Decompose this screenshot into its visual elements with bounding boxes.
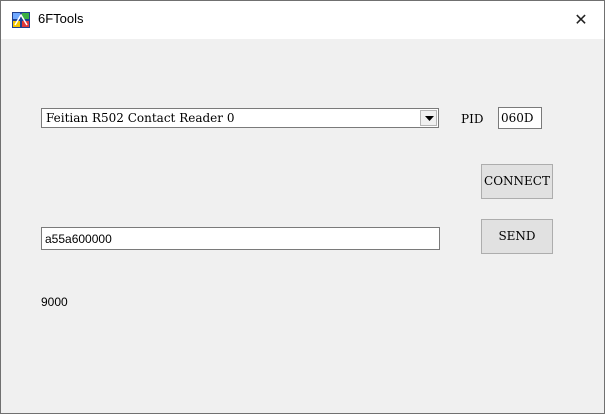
reader-select-value: Feitian R502 Contact Reader 0 [46,111,235,125]
close-icon[interactable]: ✕ [574,10,587,29]
client-area: Feitian R502 Contact Reader 0 PID CONNEC… [1,39,604,413]
response-text: 9000 [41,295,68,309]
window-title: 6FTools [38,11,84,26]
command-input[interactable] [41,227,440,250]
pid-input[interactable] [498,107,542,129]
chevron-down-icon [425,116,434,121]
close-button[interactable]: ✕ [558,1,604,39]
title-bar[interactable]: 6FTools ✕ [1,1,604,39]
reader-select[interactable]: Feitian R502 Contact Reader 0 [41,108,439,128]
app-window: 6FTools ✕ Feitian R502 Contact Reader 0 … [0,0,605,414]
send-button[interactable]: SEND [481,219,553,254]
pid-label: PID [461,112,484,126]
app-logo-icon [12,12,30,28]
dropdown-arrow-button[interactable] [420,110,437,126]
connect-button[interactable]: CONNECT [481,164,553,199]
